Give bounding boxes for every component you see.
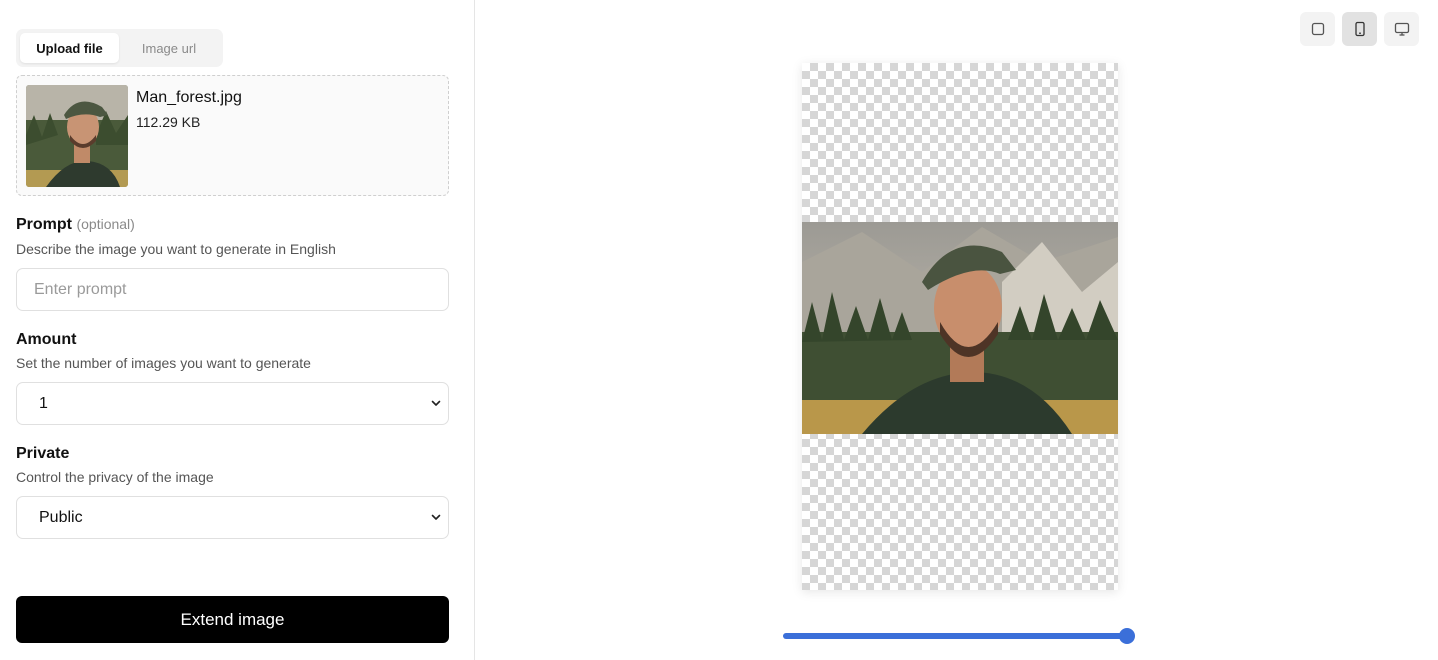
slider-thumb[interactable] [1119, 628, 1135, 644]
prompt-label: Prompt (optional) [16, 216, 135, 234]
prompt-optional-hint: (optional) [76, 216, 135, 232]
prompt-input[interactable] [17, 269, 448, 310]
amount-select-value: 1 [39, 395, 48, 412]
prompt-field [16, 268, 449, 311]
phone-icon [1354, 21, 1365, 37]
view-desktop-button[interactable] [1384, 12, 1419, 46]
preview-panel [475, 0, 1438, 660]
prompt-label-text: Prompt [16, 216, 72, 233]
file-thumbnail [26, 85, 128, 187]
amount-select[interactable]: 1 [16, 382, 449, 425]
amount-label: Amount [16, 331, 77, 348]
expand-slider[interactable] [782, 627, 1138, 645]
man-forest-preview-image [802, 222, 1118, 434]
tab-upload-file[interactable]: Upload file [20, 33, 119, 63]
source-tabs: Upload file Image url [16, 29, 223, 67]
square-icon [1311, 22, 1324, 36]
private-help-text: Control the privacy of the image [16, 469, 214, 485]
uploaded-file-card[interactable]: Man_forest.jpg 112.29 KB [16, 75, 449, 196]
chevron-down-icon [431, 514, 441, 520]
private-select-value: Public [39, 509, 83, 526]
private-label: Private [16, 445, 70, 462]
extend-image-button[interactable]: Extend image [16, 596, 449, 643]
view-mobile-button[interactable] [1342, 12, 1377, 46]
view-square-button[interactable] [1300, 12, 1335, 46]
amount-help-text: Set the number of images you want to gen… [16, 355, 311, 371]
man-forest-thumbnail-image [26, 85, 128, 187]
file-name: Man_forest.jpg [136, 89, 242, 106]
tab-image-url[interactable]: Image url [119, 33, 219, 63]
slider-track [783, 633, 1129, 639]
extend-canvas[interactable] [802, 63, 1118, 590]
file-size: 112.29 KB [136, 114, 201, 130]
settings-panel: Upload file Image url Man_forest.jpg 112… [0, 0, 475, 660]
prompt-help-text: Describe the image you want to generate … [16, 241, 336, 257]
private-select[interactable]: Public [16, 496, 449, 539]
monitor-icon [1394, 22, 1409, 36]
source-photo [802, 222, 1118, 434]
chevron-down-icon [431, 400, 441, 406]
